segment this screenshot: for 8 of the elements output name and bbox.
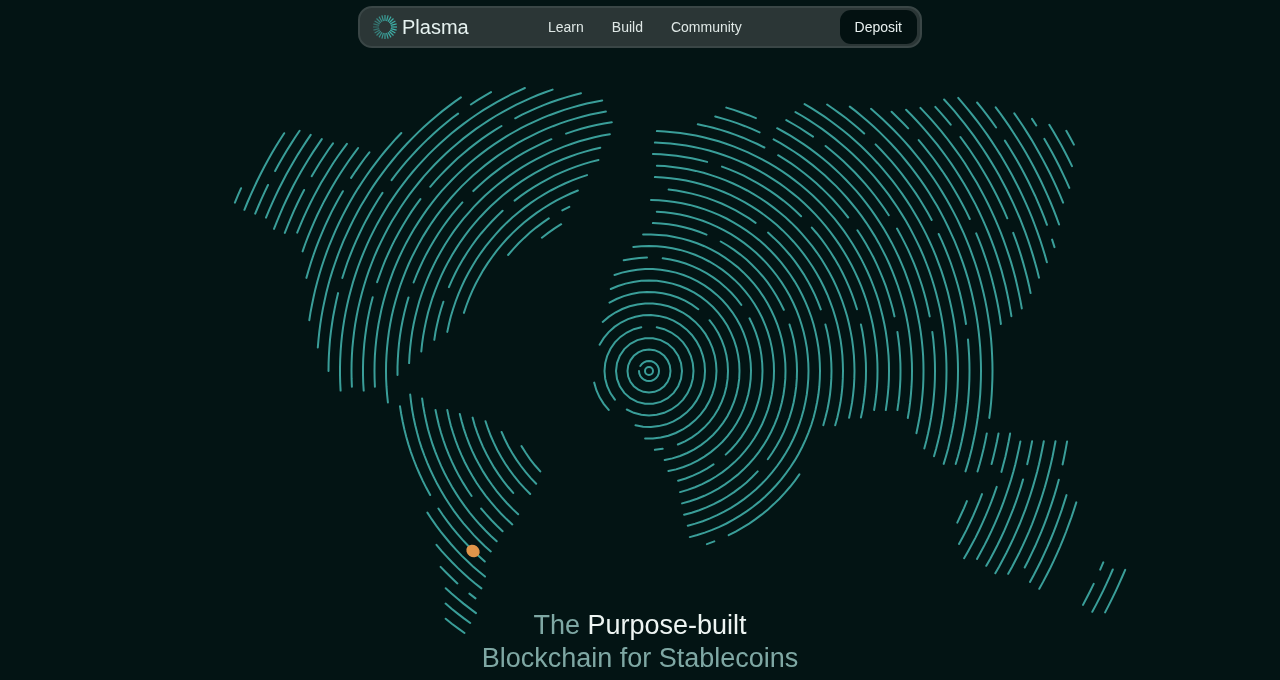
nav-link[interactable]: Community (670, 19, 742, 35)
hero-headline: The Purpose-built Blockchain for Stablecoins (481, 609, 799, 675)
brand-name: Plasma (402, 15, 469, 39)
logo-icon (372, 14, 398, 40)
nav-link[interactable]: Build (611, 19, 643, 35)
nav-link[interactable]: Learn (548, 19, 584, 35)
location-marker-icon (466, 544, 480, 558)
deposit-button[interactable]: Deposit (839, 10, 917, 44)
